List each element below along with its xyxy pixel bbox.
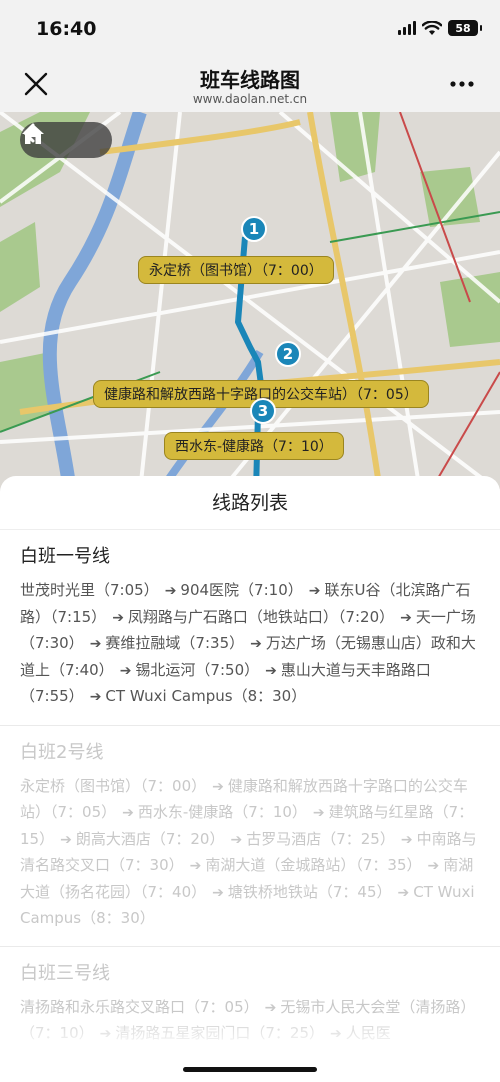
route-name: 白班一号线 — [20, 546, 110, 567]
arrow-right-icon: ➔ — [265, 662, 277, 679]
route-stop: 904医院（7:10） — [180, 581, 303, 599]
route-map[interactable]: 1 永定桥（图书馆）（7：00） 2 健康路和解放西路十字路口的公交车站）（7：… — [0, 112, 500, 492]
arrow-right-icon: ➔ — [308, 583, 321, 599]
route-stop: 锡北运河（7:50） — [135, 660, 260, 679]
home-indicator — [183, 1067, 317, 1072]
route-stop: 凤翔路与广石路口（地铁站口）（7:20） — [127, 607, 395, 626]
arrow-right-icon: ➔ — [89, 636, 102, 652]
page-title: 班车线路图 — [200, 68, 300, 92]
stop-label-1[interactable]: 永定桥（图书馆）（7：00） — [138, 256, 334, 284]
arrow-right-icon: ➔ — [89, 689, 102, 705]
arrow-right-icon: ➔ — [119, 662, 132, 679]
arrow-right-icon: ➔ — [122, 805, 134, 821]
route-list: 白班一号线 世茂时光里（7:05） ➔ 904医院（7:10） ➔ 联东U谷（北滨路广石路… — [0, 530, 500, 1063]
route-name: 白班三号线 — [20, 962, 110, 984]
map-nav-controls — [20, 122, 112, 158]
cellular-signal-icon — [398, 21, 416, 35]
arrow-right-icon: ➔ — [400, 831, 413, 848]
arrow-right-icon: ➔ — [112, 609, 124, 626]
route-name: 白班2号线 — [20, 741, 104, 763]
arrow-right-icon: ➔ — [397, 884, 410, 901]
stop-label-3[interactable]: 西水东-健康路（7：10） — [164, 432, 344, 460]
route-stop: 塘铁桥地铁站（7：45） — [227, 882, 392, 901]
stop-marker-1[interactable]: 1 — [241, 216, 267, 242]
battery-icon: 58 — [448, 20, 482, 36]
route-stop: 南湖大道（金城路站）（7：35） — [205, 856, 422, 874]
route-stop: 世茂时光里（7:05） — [20, 581, 159, 599]
route-stop: 朗高大酒店（7：20） — [75, 829, 225, 848]
route-stop: 永定桥（图书馆）（7：00） — [20, 776, 207, 795]
route-stops: 永定桥（图书馆）（7：00） ➔ 健康路和解放西路十字路口的公交车站）（7：05） ➔… — [20, 774, 480, 932]
arrow-right-icon: ➔ — [164, 583, 177, 599]
arrow-right-icon: ➔ — [312, 805, 325, 821]
home-icon[interactable] — [20, 122, 46, 146]
route-stop: 西水东-健康路（7：10） — [137, 803, 307, 821]
stop-marker-3[interactable]: 3 — [250, 398, 276, 424]
arrow-right-icon: ➔ — [212, 778, 224, 795]
arrow-right-icon: ➔ — [427, 858, 440, 874]
route-list-title: 线路列表 — [0, 476, 500, 530]
route-stop: 赛维拉融域（7:35） — [105, 634, 245, 652]
arrow-right-icon: ➔ — [189, 858, 202, 874]
more-options-icon[interactable] — [448, 72, 476, 96]
route-list-sheet: 线路列表 白班一号线 世茂时光里（7:05） ➔ 904医院（7:10） ➔ 联东U谷（北… — [0, 476, 500, 1082]
wifi-icon — [422, 20, 442, 35]
status-icons: 58 — [398, 20, 482, 36]
route-item[interactable]: 白班2号线 永定桥（图书馆）（7：00） ➔ 健康路和解放西路十字路口的公交车站）（7… — [0, 726, 500, 947]
status-time: 16:40 — [36, 18, 97, 40]
arrow-right-icon: ➔ — [230, 831, 243, 848]
nav-header: 班车线路图 www.daolan.net.cn — [0, 56, 500, 112]
status-bar: 16:40 58 — [0, 0, 500, 56]
arrow-right-icon: ➔ — [212, 884, 224, 901]
stop-marker-2[interactable]: 2 — [275, 341, 301, 367]
arrow-right-icon: ➔ — [250, 636, 262, 652]
route-item[interactable]: 白班一号线 世茂时光里（7:05） ➔ 904医院（7:10） ➔ 联东U谷（北滨路广石路… — [0, 530, 500, 726]
route-stop: CT Wuxi Campus（8：30） — [105, 687, 307, 705]
arrow-right-icon: ➔ — [400, 609, 412, 626]
page-subtitle: www.daolan.net.cn — [192, 92, 308, 106]
route-stops: 世茂时光里（7:05） ➔ 904医院（7:10） ➔ 联东U谷（北滨路广石路）（7:1… — [20, 578, 480, 711]
route-stop: 古罗马酒店（7：25） — [246, 829, 395, 848]
arrow-right-icon: ➔ — [60, 831, 72, 848]
